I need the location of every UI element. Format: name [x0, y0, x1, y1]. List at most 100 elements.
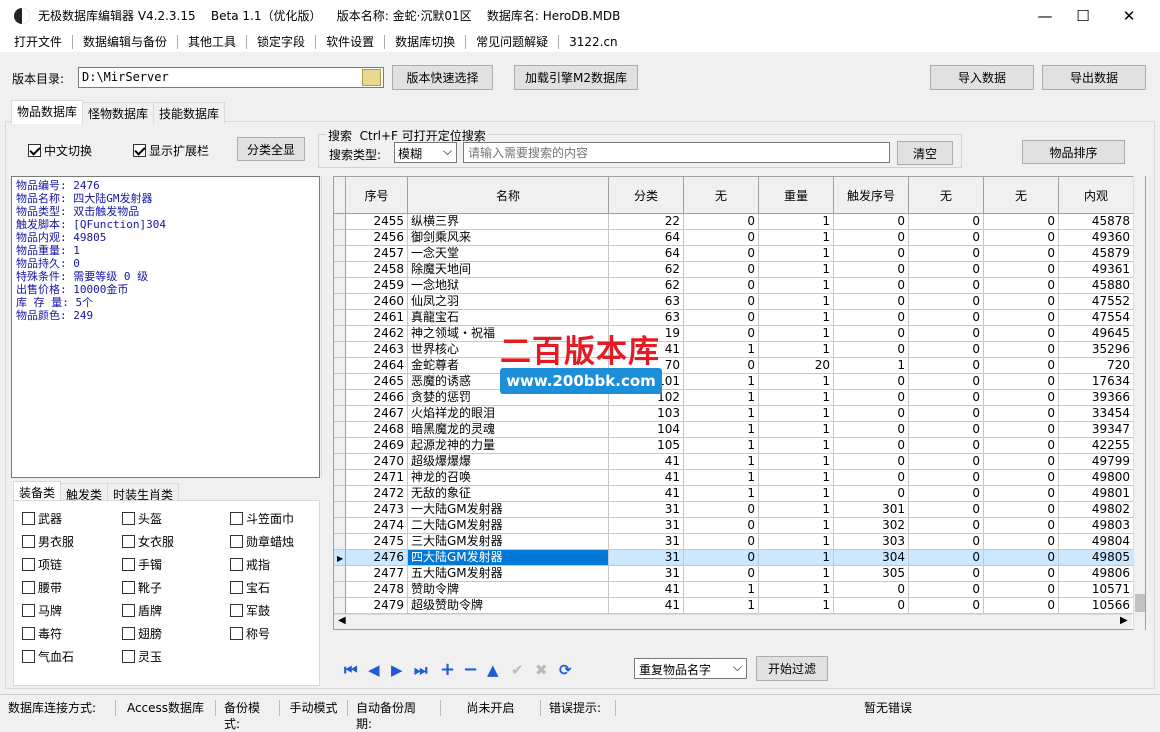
cell-none-1[interactable]: 1 — [684, 470, 759, 486]
cell-id[interactable]: 2471 — [346, 470, 408, 486]
cell-category[interactable]: 62 — [609, 278, 684, 294]
category-checkbox[interactable]: 腰带 — [22, 579, 62, 596]
category-checkbox[interactable]: 称号 — [230, 625, 270, 642]
cell-id[interactable]: 2470 — [346, 454, 408, 470]
cell-none-3[interactable]: 0 — [984, 486, 1059, 502]
cell-none-1[interactable]: 0 — [684, 262, 759, 278]
cell-trigger-id[interactable]: 0 — [834, 326, 909, 342]
cell-id[interactable]: 2473 — [346, 502, 408, 518]
cell-category[interactable]: 64 — [609, 230, 684, 246]
cell-id[interactable]: 2469 — [346, 438, 408, 454]
cell-weight[interactable]: 1 — [759, 278, 834, 294]
show-ext-checkbox[interactable]: 显示扩展栏 — [133, 142, 209, 159]
cell-none-1[interactable]: 1 — [684, 598, 759, 614]
cell-id[interactable]: 2465 — [346, 374, 408, 390]
cell-none-1[interactable]: 0 — [684, 518, 759, 534]
table-row[interactable]: 2461 真龍宝石 63 0 1 0 0 0 47554 — [334, 310, 1134, 326]
row-indicator[interactable] — [334, 486, 346, 502]
cell-none-1[interactable]: 1 — [684, 406, 759, 422]
cell-id[interactable]: 2463 — [346, 342, 408, 358]
cell-weight[interactable]: 1 — [759, 374, 834, 390]
cell-name[interactable]: 除魔天地间 — [408, 262, 609, 278]
cell-weight[interactable]: 1 — [759, 342, 834, 358]
row-indicator[interactable] — [334, 374, 346, 390]
cell-name[interactable]: 五大陆GM发射器 — [408, 566, 609, 582]
cell-id[interactable]: 2479 — [346, 598, 408, 614]
cell-trigger-id[interactable]: 0 — [834, 454, 909, 470]
cell-none-3[interactable]: 0 — [984, 278, 1059, 294]
row-indicator[interactable] — [334, 566, 346, 582]
nav-first-icon[interactable]: ⏮ — [344, 661, 358, 679]
import-button[interactable]: 导入数据 — [930, 65, 1034, 90]
cell-none-3[interactable]: 0 — [984, 422, 1059, 438]
cell-none-3[interactable]: 0 — [984, 406, 1059, 422]
category-checkbox[interactable]: 马牌 — [22, 602, 62, 619]
table-row[interactable]: 2457 一念天堂 64 0 1 0 0 0 45879 — [334, 246, 1134, 262]
col-header-name[interactable]: 名称 — [408, 177, 609, 213]
cell-weight[interactable]: 1 — [759, 582, 834, 598]
menu-faq[interactable]: 常见问题解疑 — [470, 33, 554, 50]
table-row[interactable]: 2479 超级赞助令牌 41 1 1 0 0 0 10566 — [334, 598, 1134, 614]
cell-id[interactable]: 2460 — [346, 294, 408, 310]
cell-id[interactable]: 2455 — [346, 214, 408, 230]
category-checkbox[interactable]: 女衣服 — [122, 533, 174, 550]
cell-none-2[interactable]: 0 — [909, 550, 984, 566]
row-indicator[interactable] — [334, 310, 346, 326]
category-checkbox[interactable]: 勋章蜡烛 — [230, 533, 294, 550]
cell-weight[interactable]: 1 — [759, 262, 834, 278]
cell-id[interactable]: 2464 — [346, 358, 408, 374]
category-checkbox[interactable]: 靴子 — [122, 579, 162, 596]
cell-weight[interactable]: 1 — [759, 534, 834, 550]
menu-open-file[interactable]: 打开文件 — [8, 33, 68, 50]
cell-trigger-id[interactable]: 303 — [834, 534, 909, 550]
cell-none-2[interactable]: 0 — [909, 502, 984, 518]
cell-none-3[interactable]: 0 — [984, 390, 1059, 406]
load-engine-button[interactable]: 加载引擎M2数据库 — [514, 65, 638, 90]
category-checkbox[interactable]: 男衣服 — [22, 533, 74, 550]
cell-none-3[interactable]: 0 — [984, 262, 1059, 278]
cell-appearance[interactable]: 49804 — [1059, 534, 1134, 550]
table-row[interactable]: 2474 二大陆GM发射器 31 0 1 302 0 0 49803 — [334, 518, 1134, 534]
cell-none-2[interactable]: 0 — [909, 566, 984, 582]
cell-none-1[interactable]: 0 — [684, 310, 759, 326]
cell-weight[interactable]: 1 — [759, 230, 834, 246]
sort-items-button[interactable]: 物品排序 — [1022, 140, 1125, 164]
cell-none-2[interactable]: 0 — [909, 262, 984, 278]
col-header-weight[interactable]: 重量 — [759, 177, 834, 213]
cell-weight[interactable]: 1 — [759, 422, 834, 438]
cell-appearance[interactable]: 49645 — [1059, 326, 1134, 342]
cell-none-3[interactable]: 0 — [984, 454, 1059, 470]
cell-category[interactable]: 64 — [609, 246, 684, 262]
cell-none-2[interactable]: 0 — [909, 326, 984, 342]
category-checkbox[interactable]: 灵玉 — [122, 648, 162, 665]
table-row[interactable]: ▶ 2476 四大陆GM发射器 31 0 1 304 0 0 49805 — [334, 550, 1134, 566]
cell-none-2[interactable]: 0 — [909, 486, 984, 502]
scroll-right-icon[interactable]: ▶ — [1120, 615, 1128, 626]
tab-items-db[interactable]: 物品数据库 — [11, 100, 84, 124]
cell-id[interactable]: 2476 — [346, 550, 408, 566]
cell-appearance[interactable]: 33454 — [1059, 406, 1134, 422]
cell-appearance[interactable]: 49802 — [1059, 502, 1134, 518]
category-checkbox[interactable]: 军鼓 — [230, 602, 270, 619]
row-indicator[interactable] — [334, 502, 346, 518]
table-row[interactable]: 2455 纵横三界 22 0 1 0 0 0 45878 — [334, 214, 1134, 230]
cell-appearance[interactable]: 49360 — [1059, 230, 1134, 246]
col-header-none-1[interactable]: 无 — [684, 177, 759, 213]
cell-none-3[interactable]: 0 — [984, 566, 1059, 582]
menu-site-link[interactable]: 3122.cn — [563, 35, 624, 49]
cell-appearance[interactable]: 49806 — [1059, 566, 1134, 582]
cell-weight[interactable]: 1 — [759, 214, 834, 230]
cell-none-2[interactable]: 0 — [909, 470, 984, 486]
cell-category[interactable]: 41 — [609, 582, 684, 598]
cell-weight[interactable]: 1 — [759, 454, 834, 470]
cell-trigger-id[interactable]: 0 — [834, 342, 909, 358]
cell-none-1[interactable]: 1 — [684, 582, 759, 598]
cell-none-3[interactable]: 0 — [984, 342, 1059, 358]
cell-name[interactable]: 神龙的召唤 — [408, 470, 609, 486]
cell-none-2[interactable]: 0 — [909, 518, 984, 534]
cell-category[interactable]: 105 — [609, 438, 684, 454]
cell-none-2[interactable]: 0 — [909, 278, 984, 294]
row-indicator[interactable] — [334, 214, 346, 230]
nav-insert-icon[interactable]: + — [440, 659, 455, 680]
cell-trigger-id[interactable]: 0 — [834, 438, 909, 454]
